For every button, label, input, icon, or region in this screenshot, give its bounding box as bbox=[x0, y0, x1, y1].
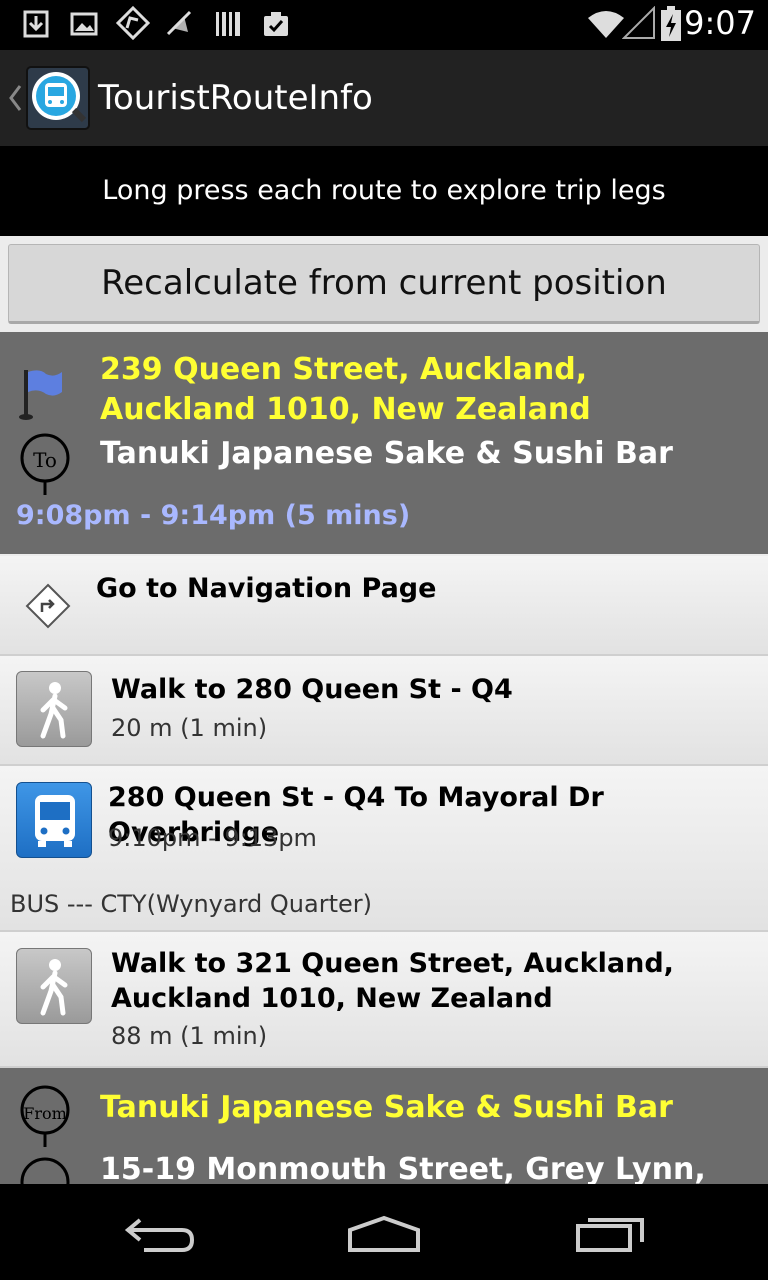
to-badge: To bbox=[33, 448, 57, 472]
walk-icon bbox=[16, 671, 92, 747]
clock: 9:07 bbox=[684, 4, 756, 42]
route-time-range: 9:08pm - 9:14pm (5 mins) bbox=[16, 500, 411, 531]
chevron-left-icon bbox=[9, 85, 22, 111]
battery-icon bbox=[661, 6, 681, 41]
recalculate-button[interactable]: Recalculate from current position bbox=[8, 244, 760, 324]
leg-detail: 88 m (1 min) bbox=[111, 1022, 268, 1050]
bus-icon bbox=[16, 782, 92, 858]
leg-detail: 20 m (1 min) bbox=[111, 714, 268, 742]
leg-title: Walk to 280 Queen St - Q4 bbox=[111, 674, 513, 705]
from-badge: From bbox=[23, 1104, 67, 1123]
up-button[interactable] bbox=[0, 50, 96, 146]
leg-note: BUS --- CTY(Wynyard Quarter) bbox=[10, 890, 372, 918]
clipboard-check-icon bbox=[264, 12, 288, 36]
route-from-place: Tanuki Japanese Sake & Sushi Bar bbox=[100, 1090, 673, 1125]
navigation-row[interactable]: Go to Navigation Page bbox=[0, 556, 768, 656]
signal-icon bbox=[622, 6, 655, 39]
turn-right-sign-icon bbox=[25, 583, 71, 629]
status-bar: 9:07 bbox=[0, 0, 768, 50]
no-location-icon bbox=[166, 10, 192, 36]
navigation-bar bbox=[0, 1184, 768, 1280]
route-to-address: 15-19 Monmouth Street, Grey Lynn, bbox=[100, 1152, 706, 1184]
recent-apps-icon[interactable] bbox=[574, 1214, 646, 1254]
home-icon[interactable] bbox=[346, 1214, 422, 1254]
map-route-icon bbox=[116, 6, 150, 40]
flag-icon bbox=[19, 370, 62, 420]
leg-detail: 9:10pm - 9:13pm bbox=[108, 824, 317, 852]
wifi-icon bbox=[588, 11, 624, 38]
route-to-place: Tanuki Japanese Sake & Sushi Bar bbox=[100, 436, 673, 471]
trip-leg-bus[interactable]: 280 Queen St - Q4 To Mayoral Dr Overbrid… bbox=[0, 766, 768, 932]
leg-title: Walk to 321 Queen Street, Auckland, Auck… bbox=[111, 948, 674, 1014]
app-title: TouristRouteInfo bbox=[98, 78, 373, 118]
route-header[interactable]: 239 Queen Street, Auckland, Auckland 101… bbox=[0, 332, 768, 554]
barcode-icon bbox=[216, 12, 240, 36]
bus-app-icon bbox=[26, 66, 90, 130]
navigation-label: Go to Navigation Page bbox=[96, 573, 437, 604]
hint-banner: Long press each route to explore trip le… bbox=[0, 146, 768, 236]
action-bar: TouristRouteInfo bbox=[0, 50, 768, 146]
trip-leg-walk[interactable]: Walk to 280 Queen St - Q4 20 m (1 min) bbox=[0, 656, 768, 766]
back-icon[interactable] bbox=[124, 1214, 196, 1254]
image-icon bbox=[70, 12, 98, 36]
route-from-address: 239 Queen Street, Auckland, Auckland 101… bbox=[100, 352, 591, 427]
route-list[interactable]: Recalculate from current position 239 Qu… bbox=[0, 236, 768, 1184]
walk-icon bbox=[16, 948, 92, 1024]
route-header[interactable]: From Tanuki Japanese Sake & Sushi Bar 15… bbox=[0, 1068, 768, 1184]
download-icon bbox=[23, 10, 49, 38]
to-marker-icon bbox=[20, 1157, 70, 1184]
trip-leg-walk[interactable]: Walk to 321 Queen Street, Auckland, Auck… bbox=[0, 932, 768, 1068]
